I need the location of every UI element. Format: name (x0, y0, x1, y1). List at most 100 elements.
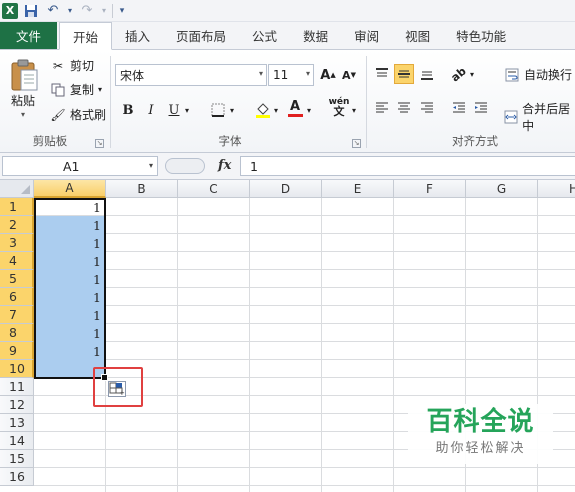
grow-font-button[interactable]: A ▲ (318, 65, 338, 85)
row-header-7[interactable]: 7 (0, 306, 34, 324)
cell-a7[interactable]: 1 (34, 306, 105, 324)
align-middle-button[interactable] (394, 64, 414, 84)
orientation-button[interactable]: ab (449, 64, 469, 84)
font-name-select[interactable]: 宋体 ▾ (115, 64, 267, 86)
row-header-13[interactable]: 13 (0, 414, 34, 432)
excel-logo-icon[interactable]: X (2, 2, 18, 19)
column-header-b[interactable]: B (106, 180, 178, 198)
cell-a3[interactable]: 1 (34, 234, 105, 252)
row-header-3[interactable]: 3 (0, 234, 34, 252)
cell-a4[interactable]: 1 (34, 252, 105, 270)
row-header-16[interactable]: 16 (0, 468, 34, 486)
row-header-2[interactable]: 2 (0, 216, 34, 234)
cell-a9[interactable]: 1 (34, 342, 105, 360)
cell-a10[interactable] (34, 360, 105, 378)
row-header-14[interactable]: 14 (0, 432, 34, 450)
align-right-button[interactable] (417, 98, 437, 118)
row-header-12[interactable]: 12 (0, 396, 34, 414)
chevron-down-icon: ▾ (305, 69, 310, 78)
clipboard-launcher-icon[interactable]: ↘ (95, 139, 104, 148)
underline-button[interactable]: U (164, 100, 184, 120)
font-color-dropdown-icon[interactable]: ▾ (304, 100, 314, 120)
paste-dropdown-icon[interactable]: ▾ (21, 110, 25, 119)
undo-dropdown-icon[interactable]: ▾ (66, 2, 74, 20)
undo-icon[interactable]: ↶ (44, 2, 62, 20)
font-color-button[interactable]: A (285, 98, 305, 118)
copy-button[interactable]: 复制 ▾ (50, 81, 102, 98)
column-header-e[interactable]: E (322, 180, 394, 198)
customize-toolbar-icon[interactable]: ▾ (117, 2, 127, 20)
tab-view[interactable]: 视图 (392, 22, 443, 49)
border-icon (211, 103, 225, 117)
column-header-h[interactable]: H (538, 180, 575, 198)
cell-a1[interactable]: 1 (34, 198, 105, 216)
format-painter-button[interactable]: 🖌 格式刷 (50, 106, 106, 123)
column-header-d[interactable]: D (250, 180, 322, 198)
fill-color-button[interactable] (253, 100, 273, 120)
row-header-11[interactable]: 11 (0, 378, 34, 396)
underline-dropdown-icon[interactable]: ▾ (182, 100, 192, 120)
formula-bar-splitter[interactable] (165, 158, 205, 174)
tab-file[interactable]: 文件 (0, 22, 57, 49)
insert-function-icon[interactable]: fx (218, 158, 231, 173)
scissors-icon: ✂ (52, 58, 64, 73)
gridline (34, 215, 575, 216)
align-bottom-button[interactable] (417, 64, 437, 84)
column-header-a[interactable]: A (34, 180, 106, 198)
shrink-font-button[interactable]: A ▼ (339, 65, 359, 85)
redo-dropdown-icon[interactable]: ▾ (100, 2, 108, 20)
tab-page-layout[interactable]: 页面布局 (163, 22, 239, 49)
save-icon[interactable] (22, 2, 40, 20)
column-header-c[interactable]: C (178, 180, 250, 198)
tab-features[interactable]: 特色功能 (443, 22, 519, 49)
select-all-corner[interactable] (0, 180, 34, 198)
italic-button[interactable]: I (141, 100, 161, 120)
decrease-indent-button[interactable] (449, 98, 469, 118)
column-header-f[interactable]: F (394, 180, 466, 198)
cell-a6[interactable]: 1 (34, 288, 105, 306)
row-header-9[interactable]: 9 (0, 342, 34, 360)
fill-color-dropdown-icon[interactable]: ▾ (271, 100, 281, 120)
align-center-button[interactable] (394, 98, 414, 118)
row-header-8[interactable]: 8 (0, 324, 34, 342)
border-button[interactable] (208, 100, 228, 120)
font-size-select[interactable]: 11 ▾ (268, 64, 314, 86)
phonetic-dropdown-icon[interactable]: ▾ (349, 100, 359, 120)
paste-button[interactable]: 粘贴 (11, 92, 35, 109)
increase-indent-button[interactable] (471, 98, 491, 118)
cut-button[interactable]: ✂ 剪切 (50, 57, 94, 74)
watermark: 百科全说 助你轻松解决 (408, 404, 553, 464)
align-top-button[interactable] (372, 64, 392, 84)
column-header-g[interactable]: G (466, 180, 538, 198)
cell-a5[interactable]: 1 (34, 270, 105, 288)
row-header-5[interactable]: 5 (0, 270, 34, 288)
wrap-text-button[interactable]: 自动换行 (504, 66, 572, 83)
row-header-4[interactable]: 4 (0, 252, 34, 270)
border-dropdown-icon[interactable]: ▾ (227, 100, 237, 120)
cell-a2[interactable]: 1 (34, 216, 105, 234)
phonetic-button[interactable]: wén 文 (327, 97, 351, 117)
tab-insert[interactable]: 插入 (112, 22, 163, 49)
align-right-icon (421, 102, 433, 113)
font-launcher-icon[interactable]: ↘ (352, 139, 361, 148)
paste-icon[interactable] (10, 58, 40, 92)
font-color-icon: A (289, 98, 301, 114)
chevron-down-icon[interactable]: ▾ (149, 161, 153, 170)
row-header-6[interactable]: 6 (0, 288, 34, 306)
copy-dropdown-icon[interactable]: ▾ (98, 85, 102, 94)
redo-icon[interactable]: ↷ (78, 2, 96, 20)
formula-input[interactable]: 1 (240, 156, 575, 176)
tab-formulas[interactable]: 公式 (239, 22, 290, 49)
tab-review[interactable]: 审阅 (341, 22, 392, 49)
orientation-dropdown-icon[interactable]: ▾ (467, 64, 477, 84)
row-header-10[interactable]: 10 (0, 360, 34, 378)
cell-a8[interactable]: 1 (34, 324, 105, 342)
tab-data[interactable]: 数据 (290, 22, 341, 49)
row-header-15[interactable]: 15 (0, 450, 34, 468)
row-header-1[interactable]: 1 (0, 198, 34, 216)
bold-button[interactable]: B (118, 100, 138, 120)
name-box[interactable]: A1 ▾ (2, 156, 158, 176)
tab-home[interactable]: 开始 (59, 22, 113, 50)
merge-center-button[interactable]: 合并后居中 (504, 100, 575, 134)
align-left-button[interactable] (372, 98, 392, 118)
